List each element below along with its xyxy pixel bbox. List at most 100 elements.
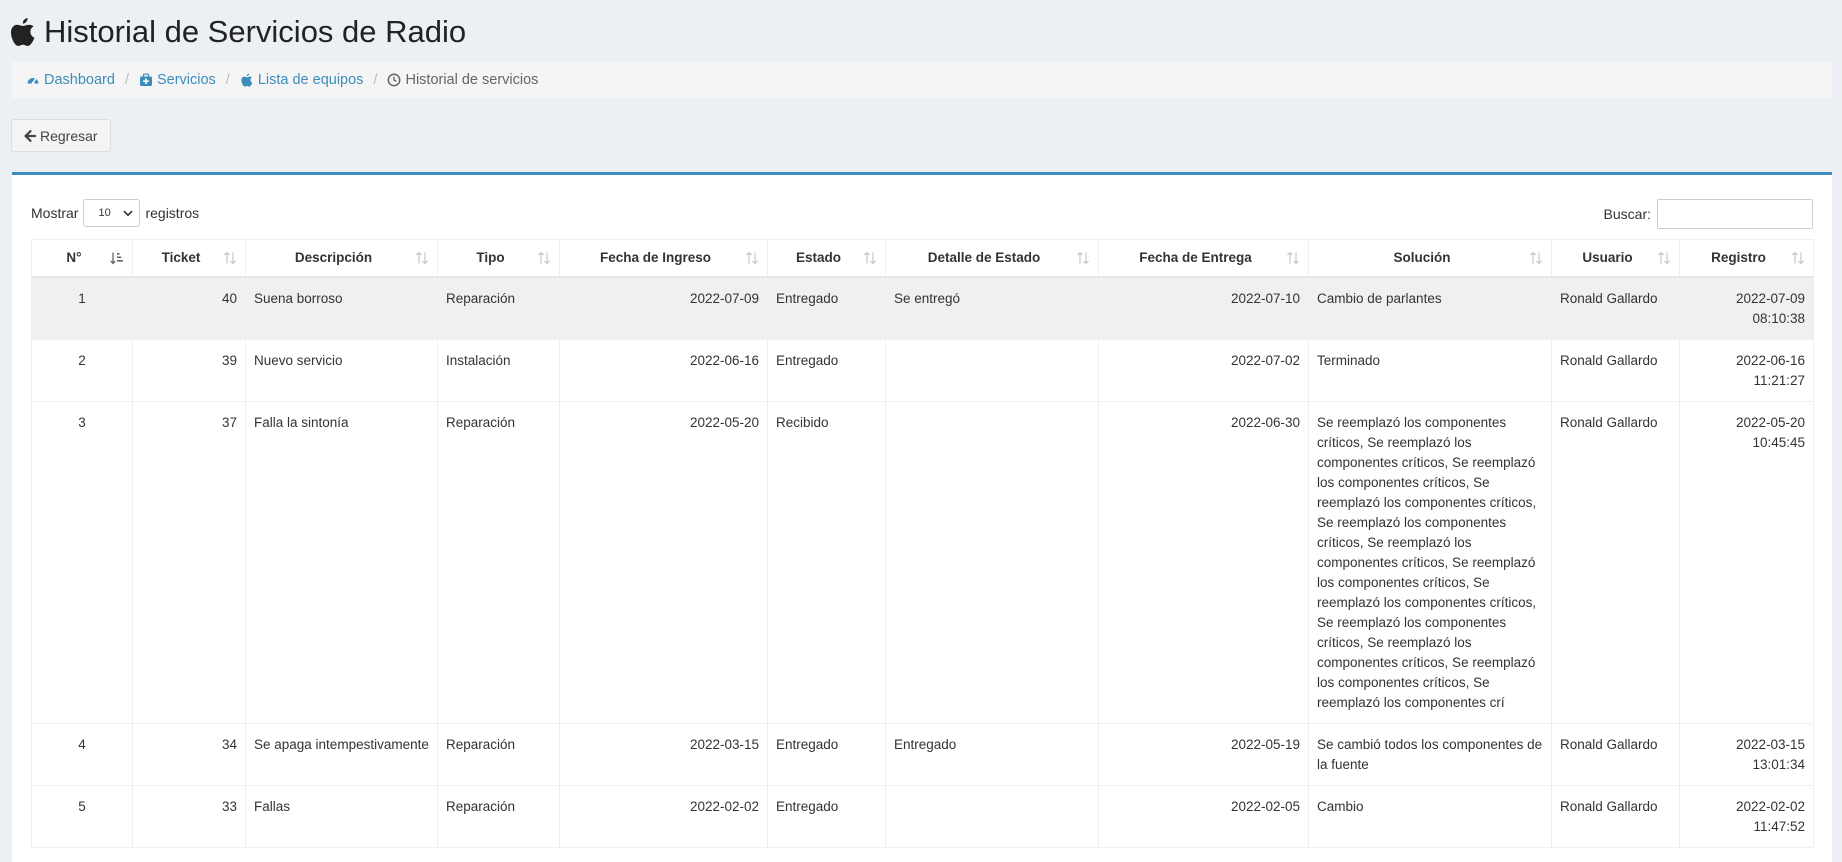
registro-fecha: 2022-06-16 bbox=[1735, 352, 1805, 368]
column-header-tipo[interactable]: Tipo bbox=[437, 239, 560, 278]
column-header-n[interactable]: N° bbox=[31, 239, 133, 278]
cell-usuario: Ronald Gallardo bbox=[1551, 400, 1680, 724]
cell-fecha-ingreso: 2022-06-16 bbox=[559, 338, 768, 402]
cell-tipo: Reparación bbox=[437, 276, 560, 340]
column-header-fecha-entrega[interactable]: Fecha de Entrega bbox=[1098, 239, 1309, 278]
registro-fecha: 2022-05-20 bbox=[1735, 414, 1805, 430]
cell-n: 3 bbox=[31, 400, 133, 724]
breadcrumb-historial: Historial de servicios bbox=[387, 72, 538, 88]
column-header-detalle-estado[interactable]: Detalle de Estado bbox=[885, 239, 1099, 278]
cell-fecha-ingreso: 2022-05-20 bbox=[559, 400, 768, 724]
cell-usuario: Ronald Gallardo bbox=[1551, 722, 1680, 786]
sort-icon bbox=[538, 251, 550, 265]
cell-tipo: Reparación bbox=[437, 722, 560, 786]
cell-ticket: 40 bbox=[132, 276, 246, 340]
column-header-label: Solución bbox=[1393, 250, 1451, 266]
cell-registro: 2022-02-02 11:47:52 bbox=[1679, 784, 1814, 848]
cell-detalle-estado bbox=[885, 784, 1099, 848]
cell-descripcion: Suena borroso bbox=[245, 276, 438, 340]
cell-n: 2 bbox=[31, 338, 133, 402]
history-table: N° Ticket Descripción Tipo Fecha de Ingr… bbox=[31, 239, 1814, 848]
breadcrumb-separator: / bbox=[124, 72, 129, 88]
breadcrumb-dashboard-label: Dashboard bbox=[44, 72, 115, 88]
back-button[interactable]: Regresar bbox=[11, 119, 111, 152]
cell-detalle-estado: Entregado bbox=[885, 722, 1099, 786]
cell-detalle-estado bbox=[885, 400, 1099, 724]
sort-icon bbox=[416, 251, 428, 265]
breadcrumb-servicios[interactable]: Servicios bbox=[139, 72, 216, 88]
column-header-label: Detalle de Estado bbox=[927, 250, 1041, 266]
registro-fecha: 2022-03-15 bbox=[1735, 736, 1805, 752]
sort-icon bbox=[746, 251, 758, 265]
cell-fecha-entrega: 2022-02-05 bbox=[1098, 784, 1309, 848]
cell-tipo: Reparación bbox=[437, 400, 560, 724]
cell-usuario: Ronald Gallardo bbox=[1551, 784, 1680, 848]
clock-icon bbox=[388, 73, 401, 87]
registro-hora: 10:45:45 bbox=[1752, 434, 1805, 450]
column-header-registro[interactable]: Registro bbox=[1679, 239, 1814, 278]
cell-fecha-ingreso: 2022-03-15 bbox=[559, 722, 768, 786]
column-header-descripcion[interactable]: Descripción bbox=[245, 239, 438, 278]
cell-solucion: Cambio de parlantes bbox=[1308, 276, 1552, 340]
page-title: Historial de Servicios de Radio bbox=[44, 14, 467, 49]
cell-tipo: Reparación bbox=[437, 784, 560, 848]
table-row: 5 33 Fallas Reparación 2022-02-02 Entreg… bbox=[31, 784, 1814, 848]
cell-n: 5 bbox=[31, 784, 133, 848]
cell-registro: 2022-06-16 11:21:27 bbox=[1679, 338, 1814, 402]
column-header-label: Descripción bbox=[294, 250, 373, 266]
column-header-solucion[interactable]: Solución bbox=[1308, 239, 1552, 278]
column-header-label: Usuario bbox=[1582, 250, 1633, 266]
cell-detalle-estado bbox=[885, 338, 1099, 402]
column-header-fecha-ingreso[interactable]: Fecha de Ingreso bbox=[559, 239, 768, 278]
cell-registro: 2022-03-15 13:01:34 bbox=[1679, 722, 1814, 786]
registro-hora: 11:47:52 bbox=[1753, 818, 1805, 834]
cell-solucion: Cambio bbox=[1308, 784, 1552, 848]
cell-estado: Entregado bbox=[767, 338, 886, 402]
cell-estado: Entregado bbox=[767, 722, 886, 786]
breadcrumb-lista-equipos[interactable]: Lista de equipos bbox=[240, 72, 363, 88]
column-header-label: Registro bbox=[1711, 250, 1766, 266]
registro-fecha: 2022-07-09 bbox=[1735, 290, 1805, 306]
breadcrumb-separator: / bbox=[373, 72, 378, 88]
table-row: 2 39 Nuevo servicio Instalación 2022-06-… bbox=[31, 338, 1814, 402]
sort-icon bbox=[1530, 251, 1542, 265]
column-header-estado[interactable]: Estado bbox=[767, 239, 886, 278]
chevron-down-icon bbox=[123, 210, 134, 216]
cell-estado: Entregado bbox=[767, 276, 886, 340]
cell-fecha-entrega: 2022-05-19 bbox=[1098, 722, 1309, 786]
page-size-select[interactable]: 10 bbox=[83, 199, 141, 227]
column-header-label: N° bbox=[66, 250, 82, 266]
breadcrumb-historial-label: Historial de servicios bbox=[405, 72, 539, 88]
sort-icon bbox=[1077, 251, 1089, 265]
apple-icon bbox=[241, 73, 253, 87]
cell-solucion: Se cambió todos los componentes de la fu… bbox=[1308, 722, 1552, 786]
search-label: Buscar: bbox=[1603, 206, 1651, 222]
column-header-usuario[interactable]: Usuario bbox=[1551, 239, 1680, 278]
cell-ticket: 33 bbox=[132, 784, 246, 848]
sort-asc-icon bbox=[110, 252, 123, 265]
column-header-label: Ticket bbox=[161, 250, 201, 266]
sort-icon bbox=[1658, 251, 1670, 265]
apple-icon bbox=[11, 18, 35, 46]
sort-icon bbox=[1792, 251, 1804, 265]
cell-estado: Recibido bbox=[767, 400, 886, 724]
cell-descripcion: Falla la sintonía bbox=[245, 400, 438, 724]
search-input[interactable] bbox=[1657, 199, 1813, 229]
column-header-label: Estado bbox=[795, 250, 841, 266]
cell-fecha-ingreso: 2022-02-02 bbox=[559, 784, 768, 848]
show-label: Mostrar bbox=[31, 205, 79, 221]
back-button-label: Regresar bbox=[40, 127, 98, 144]
cell-registro: 2022-05-20 10:45:45 bbox=[1679, 400, 1814, 724]
cell-usuario: Ronald Gallardo bbox=[1551, 276, 1680, 340]
arrow-left-icon bbox=[24, 129, 36, 142]
dashboard-icon bbox=[27, 78, 39, 85]
cell-descripcion: Nuevo servicio bbox=[245, 338, 438, 402]
cell-tipo: Instalación bbox=[437, 338, 560, 402]
cell-fecha-entrega: 2022-07-02 bbox=[1098, 338, 1309, 402]
cell-descripcion: Fallas bbox=[245, 784, 438, 848]
cell-ticket: 39 bbox=[132, 338, 246, 402]
column-header-ticket[interactable]: Ticket bbox=[132, 239, 246, 278]
breadcrumb-dashboard[interactable]: Dashboard bbox=[26, 72, 115, 88]
sort-icon bbox=[1287, 251, 1299, 265]
column-header-label: Tipo bbox=[476, 250, 505, 266]
